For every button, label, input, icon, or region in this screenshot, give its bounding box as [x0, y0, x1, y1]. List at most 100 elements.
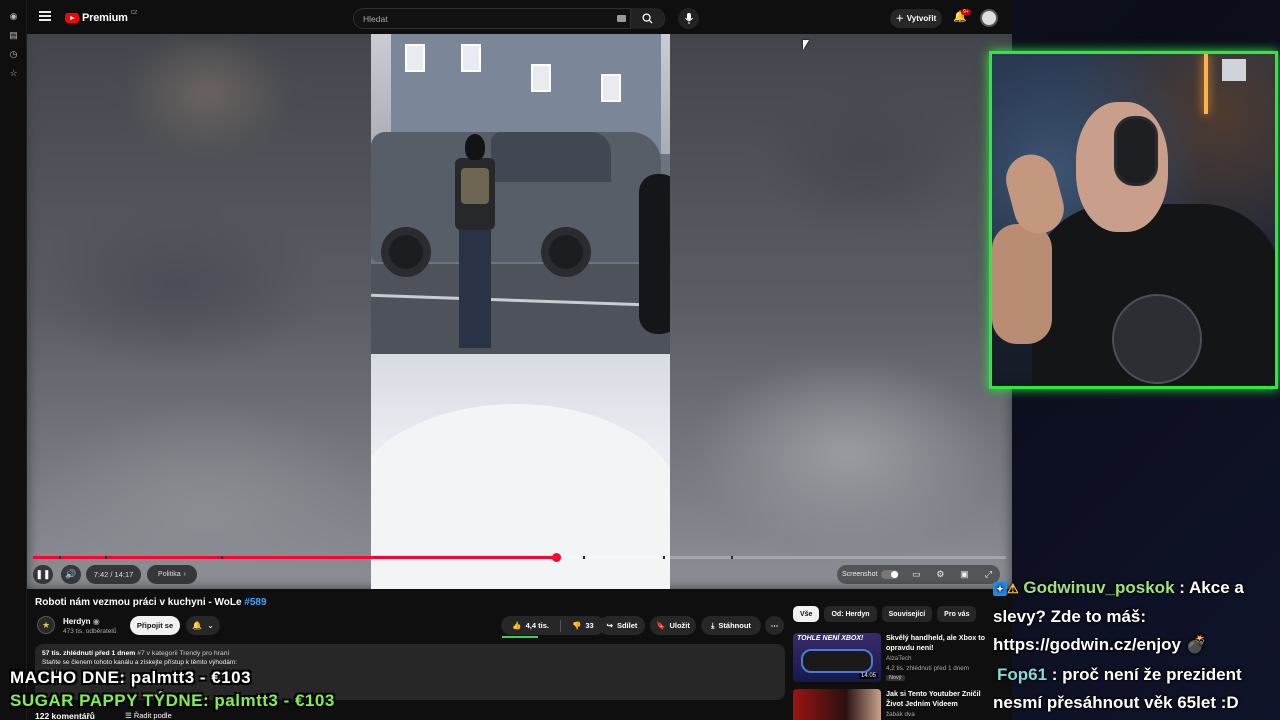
settings-icon[interactable]: ⚙ [932, 567, 948, 583]
chat-message: Fop61 : proč není že prezident nesmí pře… [993, 661, 1280, 717]
more-icon: ⋯ [770, 621, 779, 630]
bookmark-icon: 🔖 [656, 621, 666, 630]
channel-avatar[interactable]: ★ [37, 616, 55, 634]
progress-fill [33, 556, 557, 559]
create-label: Vytvořit [906, 14, 937, 23]
video-title: Roboti nám vezmou práci v kuchyni - WoLe… [35, 597, 267, 608]
chip-all[interactable]: Vše [793, 606, 820, 622]
record-icon[interactable]: ◉ [0, 7, 27, 26]
sort-comments-button[interactable]: ☰ Řadit podle [125, 711, 172, 720]
bell-icon: 🔔 [192, 621, 203, 630]
youtube-play-icon [65, 13, 79, 23]
video-snowpile [371, 404, 670, 589]
trending-category[interactable]: #7 v kategorii Trendy pro hraní [137, 650, 229, 657]
chip-for-you[interactable]: Pro vás [937, 606, 977, 622]
chip-from-channel[interactable]: Od: Herdyn [824, 606, 877, 622]
menu-icon[interactable] [39, 11, 51, 21]
stream-chat: ✦ ⚠ Godwinuv_poskok : Akce a slevy? Zde t… [993, 574, 1280, 717]
notification-badge: 9+ [961, 9, 971, 15]
video-dark-car [639, 174, 670, 334]
video-player[interactable]: ❚❚ 🔊 7:42 / 14:17 Politika › Screenshot … [27, 34, 1012, 589]
video-hashtag[interactable]: #589 [244, 597, 266, 608]
volume-icon: 🔊 [65, 569, 77, 579]
logo-region: CZ [130, 10, 138, 16]
rec-meta: 4,2 tis. zhlédnutí před 1 dnem [886, 665, 969, 672]
screenshot-toggle[interactable] [881, 570, 900, 579]
chip-related[interactable]: Související [881, 606, 933, 622]
thumbs-up-icon: 👍 [512, 621, 522, 630]
search-button[interactable] [630, 8, 664, 29]
subtitles-icon[interactable]: ▭ [908, 567, 924, 583]
video-frame[interactable] [371, 34, 670, 589]
video-truck [371, 132, 661, 277]
player-right-controls: Screenshot ▭ ⚙ ▣ ⤢ [837, 565, 1001, 584]
sort-icon: ☰ [125, 711, 132, 720]
rec-title[interactable]: Jak si Tento Youtuber Zničil Život Jední… [886, 689, 994, 709]
rec-title[interactable]: Skvělý handheld, ale Xbox to opravdu nen… [886, 633, 994, 653]
star-icon[interactable]: ☆ [0, 64, 27, 83]
plus-icon: ＋ [895, 14, 904, 23]
channel-bell-button[interactable]: 🔔 ⌄ [186, 616, 220, 635]
rec-channel[interactable]: žabák dva [886, 711, 915, 718]
download-button[interactable]: ⤓ Stáhnout [701, 616, 761, 635]
top-bar: Premium CZ Hledat ＋ Vytvořit 🔔 9+ [27, 0, 1012, 34]
pause-button[interactable]: ❚❚ [33, 565, 53, 584]
dislike-button[interactable]: 👎 33 [565, 616, 601, 635]
comments-count: 122 komentářů [35, 711, 95, 720]
rec-thumbnail[interactable]: TOHLE NENÍ XBOX! 14:05 [793, 633, 881, 682]
join-button[interactable]: Připojit se [130, 616, 180, 635]
like-dislike-group: 👍 4,4 tis. 👎 33 [501, 616, 605, 635]
chat-message: ✦ ⚠ Godwinuv_poskok : Akce a slevy? Zde t… [993, 574, 1280, 659]
share-label: Sdílet [616, 621, 638, 630]
recommendation-chips: Vše Od: Herdyn Související Pro vás [793, 606, 977, 622]
macho-of-day-banner: MACHO DNE: palmtt3 - €103 [10, 668, 252, 687]
description-text: Staňte se členem tohoto kanálu a získejt… [42, 659, 238, 666]
webcam-overlay [989, 51, 1278, 389]
video-road [371, 264, 670, 364]
recommendation-item[interactable]: TOHLE NENÍ XBOX! 14:05 Skvělý handheld, … [793, 633, 993, 683]
rec-thumbnail[interactable] [793, 689, 881, 720]
avatar[interactable] [980, 9, 998, 27]
chapter-label: Politika [158, 571, 181, 578]
theater-mode-icon[interactable]: ▣ [956, 567, 972, 583]
recommendation-item[interactable]: Jak si Tento Youtuber Zničil Život Jední… [793, 689, 993, 720]
chat-username: Godwinuv_poskok [1023, 578, 1175, 597]
browser-side-rail: ◉ ▤ ◷ ☆ [0, 0, 27, 720]
warning-badge-icon: ⚠ [1007, 580, 1019, 596]
search-icon [642, 13, 653, 24]
download-label: Stáhnout [718, 621, 751, 630]
channel-name-text: Herdyn [63, 617, 91, 626]
rec-new-badge: Nový [886, 675, 905, 681]
chapter-button[interactable]: Politika › [147, 565, 197, 584]
download-icon: ⤓ [711, 620, 715, 630]
like-ratio-bar [502, 636, 538, 638]
channel-name[interactable]: Herdyn ◉ [63, 617, 100, 626]
like-button[interactable]: 👍 4,4 tis. [505, 616, 556, 635]
share-button[interactable]: ↪ Sdílet [599, 616, 645, 635]
chat-username: Fop61 [997, 664, 1048, 684]
microphone-icon [684, 13, 693, 24]
notifications-button[interactable]: 🔔 9+ [953, 9, 971, 26]
video-person [449, 134, 499, 354]
youtube-logo[interactable]: Premium CZ [65, 10, 138, 24]
rec-channel[interactable]: AlzaTech [886, 655, 912, 662]
stream-frame: ◉ ▤ ◷ ☆ Premium CZ Hledat ＋ Vytvořit 🔔 9… [0, 0, 1280, 720]
voice-search-button[interactable] [678, 8, 699, 29]
search-input[interactable]: Hledat [363, 14, 388, 24]
history-icon[interactable]: ◷ [0, 45, 27, 64]
create-button[interactable]: ＋ Vytvořit [890, 9, 942, 28]
keyboard-icon[interactable] [617, 15, 626, 22]
save-button[interactable]: 🔖 Uložit [650, 616, 696, 635]
description-meta: 57 tis. zhlédnutí před 1 dnem #7 v kateg… [42, 650, 778, 657]
volume-button[interactable]: 🔊 [61, 565, 81, 584]
search-box[interactable]: Hledat [353, 8, 665, 29]
rec-duration: 14:05 [858, 673, 878, 679]
sort-label: Řadit podle [133, 711, 172, 720]
sidebar-icon[interactable]: ▤ [0, 26, 27, 45]
youtube-window: Premium CZ Hledat ＋ Vytvořit 🔔 9+ ❚❚ 🔊 7… [27, 0, 1012, 720]
more-actions-button[interactable]: ⋯ [765, 616, 784, 635]
progress-bar[interactable] [33, 553, 1006, 562]
save-label: Uložit [669, 621, 690, 630]
dislike-count: 33 [585, 621, 594, 630]
pause-icon: ❚❚ [35, 569, 51, 579]
